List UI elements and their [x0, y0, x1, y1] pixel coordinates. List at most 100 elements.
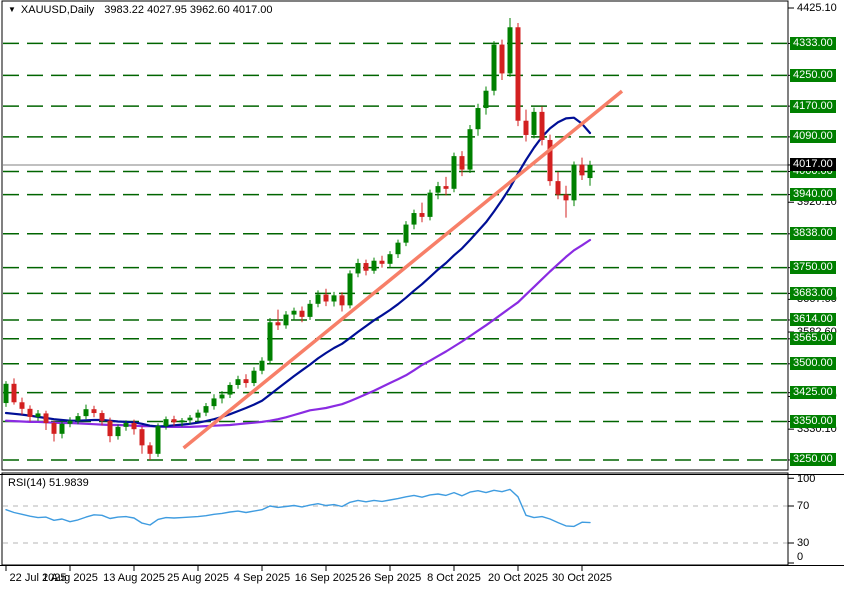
rsi-pane[interactable] — [3, 488, 788, 544]
main-pane[interactable] — [3, 18, 788, 461]
candle[interactable] — [531, 107, 537, 139]
rsi-level-lines — [3, 505, 788, 544]
candle[interactable] — [467, 124, 473, 174]
level-price-badge: 3683.00 — [790, 286, 836, 300]
candle[interactable] — [35, 409, 41, 421]
candle[interactable] — [483, 86, 489, 115]
candle[interactable] — [563, 185, 569, 218]
candlestick-series[interactable] — [3, 18, 593, 460]
price-axis-label: 4425.10 — [797, 1, 837, 14]
level-price-badge: 4170.00 — [790, 99, 836, 113]
candle[interactable] — [99, 410, 105, 426]
trendline-object[interactable] — [182, 89, 624, 450]
level-price-badge: 3565.00 — [790, 332, 836, 346]
time-axis-label: 25 Aug 2025 — [167, 572, 229, 584]
candle[interactable] — [59, 421, 65, 439]
level-price-badge: 4333.00 — [790, 36, 836, 50]
level-price-badge: 3425.00 — [790, 386, 836, 400]
candle[interactable] — [51, 420, 57, 442]
time-axis-label: 1 Aug 2025 — [42, 572, 98, 584]
chart-canvas[interactable] — [0, 0, 844, 594]
candle[interactable] — [451, 152, 457, 193]
candle[interactable] — [67, 417, 73, 428]
candle[interactable] — [323, 288, 329, 307]
candle[interactable] — [83, 404, 89, 420]
candle[interactable] — [331, 291, 337, 307]
ohlc-values: 3983.22 4027.95 3962.60 4017.00 — [104, 4, 273, 16]
candle[interactable] — [435, 181, 441, 200]
candle[interactable] — [259, 357, 265, 375]
candle[interactable] — [235, 375, 241, 389]
current-price-badge: 4017.00 — [790, 158, 836, 172]
rsi-indicator-label: RSI(14) 51.9839 — [8, 477, 89, 489]
candle[interactable] — [307, 299, 313, 320]
level-price-badge: 3350.00 — [790, 415, 836, 428]
time-axis-label: 26 Sep 2025 — [358, 572, 422, 584]
level-price-badge: 4250.00 — [790, 68, 836, 82]
candle[interactable] — [115, 424, 121, 440]
candle[interactable] — [291, 307, 297, 321]
candle[interactable] — [251, 367, 257, 387]
candle[interactable] — [387, 251, 393, 269]
candle[interactable] — [515, 23, 521, 127]
candle[interactable] — [211, 394, 217, 410]
candle[interactable] — [491, 41, 497, 96]
candle[interactable] — [507, 18, 513, 77]
rsi-scale-label: 70 — [797, 500, 810, 512]
level-price-badge: 4090.00 — [790, 130, 836, 144]
time-axis-label: 30 Oct 2025 — [552, 572, 612, 584]
candle[interactable] — [147, 442, 153, 460]
candle[interactable] — [43, 410, 49, 430]
candle[interactable] — [379, 255, 385, 268]
symbol-timeframe-label: XAUUSD,Daily — [20, 4, 95, 16]
candle[interactable] — [27, 405, 33, 422]
time-axis-label: 8 Oct 2025 — [427, 572, 481, 584]
candle[interactable] — [419, 202, 425, 223]
candle[interactable] — [347, 270, 353, 309]
candle[interactable] — [499, 39, 505, 80]
candle[interactable] — [203, 403, 209, 417]
candle[interactable] — [355, 258, 361, 278]
candle[interactable] — [243, 374, 249, 388]
candle[interactable] — [395, 239, 401, 259]
candle[interactable] — [427, 189, 433, 221]
candle[interactable] — [539, 106, 545, 146]
candle[interactable] — [571, 161, 577, 207]
collapse-icon[interactable]: ▼ — [8, 5, 16, 14]
candle[interactable] — [91, 405, 97, 418]
candle[interactable] — [459, 151, 465, 177]
candle[interactable] — [363, 259, 369, 276]
candle[interactable] — [523, 109, 529, 142]
candle[interactable] — [3, 381, 9, 407]
rsi-line — [5, 488, 591, 528]
rsi-scale-label: 30 — [797, 537, 810, 549]
axis-ticks — [5, 7, 794, 571]
level-price-badge: 3838.00 — [790, 227, 836, 241]
ma-fast-line[interactable] — [4, 116, 592, 428]
time-axis-label: 20 Oct 2025 — [488, 572, 548, 584]
candle[interactable] — [371, 257, 377, 274]
candle[interactable] — [579, 157, 585, 180]
candle[interactable] — [283, 311, 289, 329]
candle[interactable] — [155, 423, 161, 457]
candle[interactable] — [19, 397, 25, 415]
level-price-badge: 3940.00 — [790, 188, 836, 202]
candle[interactable] — [339, 292, 345, 312]
candle[interactable] — [403, 221, 409, 247]
level-price-badge: 3500.00 — [790, 357, 836, 371]
candle[interactable] — [411, 209, 417, 230]
candle[interactable] — [443, 176, 449, 196]
candle[interactable] — [227, 382, 233, 399]
candle[interactable] — [267, 318, 273, 365]
candle[interactable] — [107, 417, 113, 443]
trading-chart-window: ▼ XAUUSD,Daily 3983.22 4027.95 3962.60 401… — [0, 0, 844, 594]
candle[interactable] — [11, 378, 17, 405]
candle[interactable] — [475, 103, 481, 136]
time-axis-label: 13 Aug 2025 — [103, 572, 165, 584]
time-axis-label: 4 Sep 2025 — [233, 572, 291, 584]
level-price-badge: 3614.00 — [790, 313, 836, 327]
candle[interactable] — [195, 409, 201, 422]
level-price-badge: 3750.00 — [790, 261, 836, 275]
candle[interactable] — [139, 426, 145, 454]
candle[interactable] — [547, 134, 553, 186]
